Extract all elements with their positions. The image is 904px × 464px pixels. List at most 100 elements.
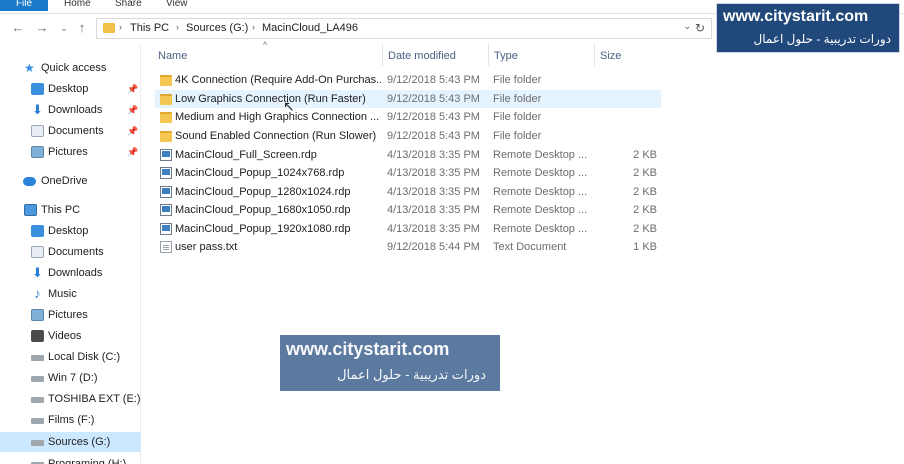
file-row[interactable]: user pass.txt 9/12/2018 5:44 PM Text Doc… <box>155 238 661 256</box>
pin-icon[interactable]: 📌 <box>127 121 138 141</box>
file-date: 9/12/2018 5:43 PM <box>387 111 480 123</box>
file-row[interactable]: MacinCloud_Popup_1280x1024.rdp 4/13/2018… <box>155 183 661 201</box>
sidebar-item-documents[interactable]: Documents 📌 <box>0 121 141 141</box>
sidebar-item-drive-e[interactable]: TOSHIBA EXT (E:) <box>0 389 141 409</box>
breadcrumb-current-folder[interactable]: MacinCloud_LA496 <box>262 22 358 34</box>
file-row[interactable]: Medium and High Graphics Connection ... … <box>155 108 661 126</box>
file-name: MacinCloud_Popup_1680x1050.rdp <box>175 204 351 216</box>
file-type: Remote Desktop ... <box>493 223 588 235</box>
file-size: 2 KB <box>633 204 657 216</box>
breadcrumb-separator-icon[interactable]: › <box>252 22 255 32</box>
file-type: Remote Desktop ... <box>493 167 588 179</box>
refresh-icon[interactable]: ↻ <box>695 21 705 35</box>
column-header-date-modified[interactable]: Date modified <box>388 46 456 66</box>
sidebar-item-drive-h[interactable]: Programing (H:) <box>0 454 141 464</box>
onedrive-cloud-icon <box>23 177 36 186</box>
column-divider[interactable] <box>594 44 595 66</box>
pin-icon[interactable]: 📌 <box>127 100 138 120</box>
sidebar-item-quick-access[interactable]: ★ Quick access <box>0 58 141 78</box>
pin-icon[interactable]: 📌 <box>127 142 138 162</box>
sidebar-item-label: Desktop <box>48 83 89 95</box>
mouse-cursor-icon: ↖ <box>283 98 295 114</box>
sidebar-item-pictures[interactable]: Pictures 📌 <box>0 142 141 162</box>
file-date: 4/13/2018 3:35 PM <box>387 167 480 179</box>
tab-home[interactable]: Home <box>64 0 91 11</box>
file-size: 1 KB <box>633 241 657 253</box>
up-arrow-icon[interactable]: ↑ <box>74 20 90 36</box>
sidebar-item-pc-desktop[interactable]: Desktop <box>0 221 141 241</box>
breadcrumb-sources-drive[interactable]: Sources (G:) <box>186 22 248 34</box>
sidebar-item-pc-documents[interactable]: Documents <box>0 242 141 262</box>
address-dropdown-icon[interactable]: ⌄ <box>683 21 691 32</box>
tab-share[interactable]: Share <box>115 0 142 11</box>
drive-icon <box>31 397 44 403</box>
file-type: File folder <box>493 130 542 142</box>
pictures-icon <box>31 309 44 321</box>
folder-icon <box>160 94 172 105</box>
file-date: 9/12/2018 5:43 PM <box>387 130 480 142</box>
sidebar-item-label: Win 7 (D:) <box>48 372 98 384</box>
forward-arrow-icon[interactable]: → <box>34 20 50 36</box>
column-header-size[interactable]: Size <box>600 46 621 66</box>
folder-icon <box>103 23 115 33</box>
navigation-pane: ★ Quick access Desktop 📌 ⬇ Downloads 📌 D… <box>0 44 141 464</box>
column-header-name[interactable]: Name <box>158 46 187 66</box>
tab-file[interactable]: File <box>0 0 48 11</box>
sidebar-item-label: Films (F:) <box>48 414 95 426</box>
sidebar-item-label: Programing (H:) <box>48 458 127 464</box>
file-row[interactable]: MacinCloud_Popup_1024x768.rdp 4/13/2018 … <box>155 164 661 182</box>
file-type: Remote Desktop ... <box>493 186 588 198</box>
remote-desktop-icon <box>160 167 172 179</box>
remote-desktop-icon <box>160 149 172 161</box>
file-row[interactable]: MacinCloud_Popup_1680x1050.rdp 4/13/2018… <box>155 201 661 219</box>
address-bar[interactable]: › This PC › Sources (G:) › MacinCloud_LA… <box>96 18 712 39</box>
file-name: MacinCloud_Popup_1280x1024.rdp <box>175 186 351 198</box>
sidebar-item-label: Downloads <box>48 267 103 279</box>
remote-desktop-icon <box>160 204 172 216</box>
file-row[interactable]: MacinCloud_Popup_1920x1080.rdp 4/13/2018… <box>155 220 661 238</box>
file-row[interactable]: MacinCloud_Full_Screen.rdp 4/13/2018 3:3… <box>155 146 661 164</box>
file-type: Text Document <box>493 241 567 253</box>
file-type: Remote Desktop ... <box>493 204 588 216</box>
file-row[interactable]: Low Graphics Connection (Run Faster) 9/1… <box>155 90 661 108</box>
sidebar-item-label: This PC <box>41 204 81 216</box>
documents-icon <box>31 125 44 137</box>
file-row[interactable]: 4K Connection (Require Add-On Purchas...… <box>155 71 661 89</box>
column-divider[interactable] <box>488 44 489 66</box>
videos-icon <box>31 330 44 342</box>
sidebar-item-onedrive[interactable]: OneDrive <box>0 171 141 191</box>
text-document-icon <box>160 241 172 253</box>
file-name: MacinCloud_Popup_1920x1080.rdp <box>175 223 351 235</box>
sidebar-item-drive-f[interactable]: Films (F:) <box>0 410 141 430</box>
file-name: MacinCloud_Full_Screen.rdp <box>175 149 317 161</box>
back-arrow-icon[interactable]: ← <box>10 20 26 36</box>
breadcrumb-this-pc[interactable]: This PC <box>130 22 169 34</box>
breadcrumb-separator-icon[interactable]: › <box>119 22 122 32</box>
sidebar-item-drive-d[interactable]: Win 7 (D:) <box>0 368 141 388</box>
sidebar-item-pc-pictures[interactable]: Pictures <box>0 305 141 325</box>
sidebar-item-label: Videos <box>48 330 82 342</box>
file-type: File folder <box>493 93 542 105</box>
file-name: MacinCloud_Popup_1024x768.rdp <box>175 167 345 179</box>
remote-desktop-icon <box>160 186 172 198</box>
tab-view[interactable]: View <box>166 0 188 11</box>
sidebar-item-downloads[interactable]: ⬇ Downloads 📌 <box>0 100 141 120</box>
sidebar-item-label: Documents <box>48 246 104 258</box>
breadcrumb-separator-icon[interactable]: › <box>176 22 179 32</box>
sidebar-item-pc-videos[interactable]: Videos <box>0 326 141 346</box>
column-header-type[interactable]: Type <box>494 46 518 66</box>
file-name: Medium and High Graphics Connection ... <box>175 111 380 123</box>
recent-locations-chevron-icon[interactable]: ⌄ <box>56 20 72 36</box>
sidebar-item-this-pc[interactable]: This PC <box>0 200 141 220</box>
sidebar-item-pc-music[interactable]: ♪ Music <box>0 284 141 304</box>
pin-icon[interactable]: 📌 <box>127 79 138 99</box>
sidebar-item-label: TOSHIBA EXT (E:) <box>48 393 141 405</box>
sidebar-item-desktop[interactable]: Desktop 📌 <box>0 79 141 99</box>
file-date: 4/13/2018 3:35 PM <box>387 186 480 198</box>
drive-icon <box>31 376 44 382</box>
sidebar-item-drive-g[interactable]: Sources (G:) <box>0 432 141 452</box>
file-row[interactable]: Sound Enabled Connection (Run Slower) 9/… <box>155 127 661 145</box>
sidebar-item-pc-downloads[interactable]: ⬇ Downloads <box>0 263 141 283</box>
column-divider[interactable] <box>382 44 383 66</box>
sidebar-item-drive-c[interactable]: Local Disk (C:) <box>0 347 141 367</box>
